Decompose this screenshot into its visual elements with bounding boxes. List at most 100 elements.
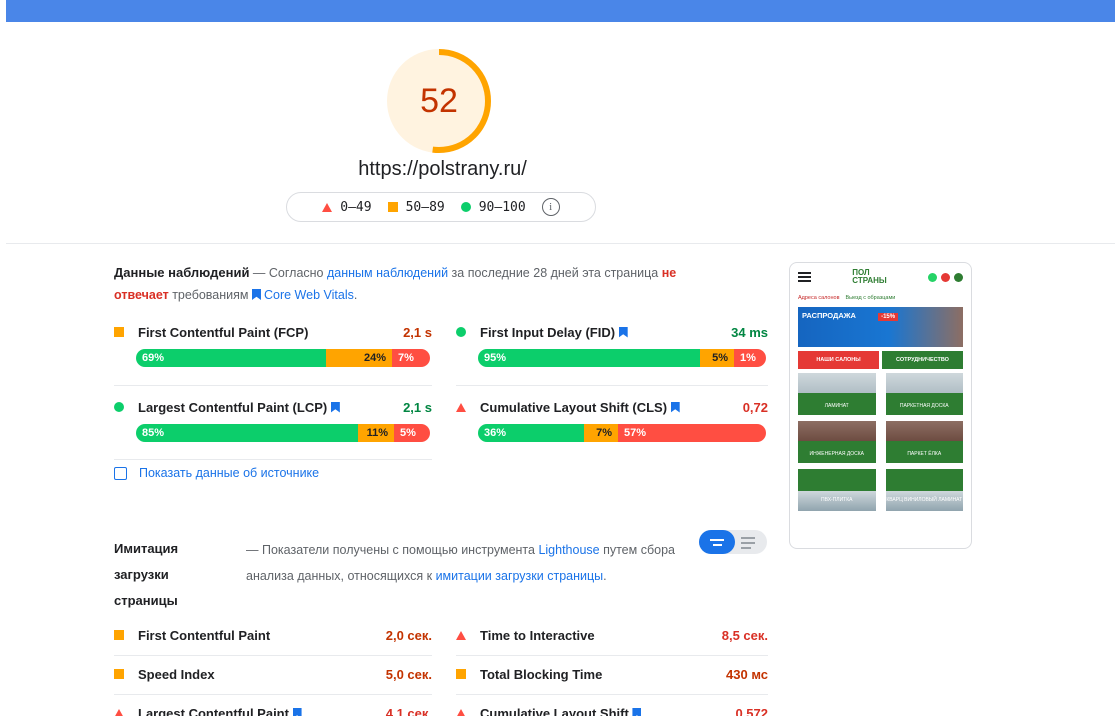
metric-divider <box>456 655 768 656</box>
metric-value: 2,1 s <box>403 399 432 415</box>
average-square-icon <box>114 669 124 679</box>
fail-triangle-icon <box>456 630 466 640</box>
legend-fail: 0–49 <box>322 199 372 215</box>
page-screenshot-thumbnail[interactable]: ПОЛ СТРАНЫ Адреса салонов Выезд с образц… <box>789 262 972 549</box>
metric-name: Largest Contentful Paint <box>138 705 289 716</box>
average-square-icon <box>456 669 466 679</box>
metric-value: 0,572 <box>735 705 768 716</box>
thumb-tile: ИНЖЕНЕРНАЯ ДОСКА <box>798 421 876 463</box>
bar-poor: 57% <box>618 424 766 442</box>
thumb-tile: ПВХ-ПЛИТКА <box>798 469 876 511</box>
thumb-visit-link: Выезд с образцами <box>845 295 896 301</box>
legend-pass-label: 90–100 <box>478 199 526 215</box>
metric-name: Largest Contentful Paint (LCP) <box>138 399 328 415</box>
origin-checkbox[interactable] <box>114 466 127 480</box>
bar-average: 5% <box>700 349 734 367</box>
bar-average: 24% <box>326 349 392 367</box>
origin-label[interactable]: Показать данные об источнике <box>139 466 319 480</box>
bar-poor: 1% <box>734 349 766 367</box>
fail-triangle-icon <box>322 202 333 212</box>
metric-name: Cumulative Layout Shift (CLS) <box>480 399 668 415</box>
info-icon[interactable]: i <box>541 198 560 216</box>
metric-name: First Input Delay (FID) <box>480 324 616 340</box>
bar-poor: 5% <box>394 424 430 442</box>
legend-average: 50–89 <box>387 200 445 215</box>
expanded-view-icon[interactable] <box>741 537 755 549</box>
bookmark-icon <box>251 289 261 300</box>
bar-good: 85% <box>136 424 358 442</box>
thumb-tile: ПАРКЕТНАЯ ДОСКА <box>885 373 963 415</box>
field-text-4: . <box>353 288 358 302</box>
metric-name: First Contentful Paint <box>138 627 271 643</box>
lab-desc-text: путем сбора <box>599 543 675 557</box>
field-metric-cls: Cumulative Layout Shift (CLS) 0,72 36% 7… <box>456 396 768 458</box>
metric-divider <box>456 385 768 386</box>
lab-desc-text: . <box>603 569 607 583</box>
field-data-link[interactable]: данным наблюдений <box>327 266 448 280</box>
field-text-3: требованиям <box>168 288 252 302</box>
bar-average: 7% <box>584 424 618 442</box>
metric-value: 4,1 сек. <box>385 705 432 716</box>
thumb-subheader: Адреса салонов Выезд с образцами <box>790 291 971 305</box>
bar-good: 95% <box>478 349 700 367</box>
metric-value: 34 ms <box>731 324 768 340</box>
field-text-2: за последние 28 дней эта страница <box>448 266 662 280</box>
thumb-address-link: Адреса салонов <box>798 295 840 301</box>
lab-desc-text: анализа данных, относящихся к <box>246 569 436 583</box>
average-square-icon <box>114 327 124 337</box>
lab-metric-cls: Cumulative Layout Shift 0,572 <box>456 696 768 716</box>
pass-circle-icon <box>460 202 471 212</box>
metric-name: First Contentful Paint (FCP) <box>138 324 309 340</box>
view-toggle[interactable] <box>699 530 767 554</box>
menu-icon <box>798 272 811 282</box>
bar-average: 11% <box>358 424 394 442</box>
show-origin-data[interactable]: Показать данные об источнике <box>114 466 319 480</box>
field-metric-fid: First Input Delay (FID) 34 ms 95% 5% 1% <box>456 321 768 383</box>
metric-value: 5,0 сек. <box>385 666 432 682</box>
lab-title-line: загрузки <box>114 567 169 582</box>
metric-divider <box>456 694 768 695</box>
lab-metric-tti: Time to Interactive 8,5 сек. <box>456 618 768 652</box>
bar-poor: 7% <box>392 349 430 367</box>
field-data-intro: Данные наблюдений — Согласно данным набл… <box>114 262 754 306</box>
metric-value: 430 мс <box>726 666 768 682</box>
performance-gauge: 52 <box>384 46 494 156</box>
lab-metric-fcp: First Contentful Paint 2,0 сек. <box>114 618 432 652</box>
section-divider <box>6 243 1115 244</box>
lighthouse-link[interactable]: Lighthouse <box>538 543 599 557</box>
distribution-bar: 69% 24% 7% <box>136 349 430 367</box>
fail-triangle-icon <box>114 708 124 716</box>
metric-divider <box>114 655 432 656</box>
thumb-tabs: НАШИ САЛОНЫ СОТРУДНИЧЕСТВО <box>798 351 963 369</box>
lab-desc-text: — Показатели получены с помощью инструме… <box>246 543 539 557</box>
bar-good: 36% <box>478 424 584 442</box>
lab-title-line: страницы <box>114 593 178 608</box>
fail-text-1: не <box>661 266 677 280</box>
bookmark-icon <box>632 707 642 716</box>
distribution-bar: 95% 5% 1% <box>478 349 766 367</box>
score-legend: 0–49 50–89 90–100 i <box>286 192 596 222</box>
field-data-title: Данные наблюдений <box>114 265 250 280</box>
distribution-bar: 36% 7% 57% <box>478 424 766 442</box>
metric-name: Cumulative Layout Shift <box>480 705 629 716</box>
top-banner <box>6 0 1115 22</box>
lab-metric-tbt: Total Blocking Time 430 мс <box>456 657 768 691</box>
bookmark-icon <box>292 707 302 716</box>
fail-triangle-icon <box>456 402 466 412</box>
bar-good: 69% <box>136 349 326 367</box>
core-web-vitals-link[interactable]: Core Web Vitals <box>264 288 354 302</box>
cart-icon <box>953 272 963 282</box>
pass-circle-icon <box>114 402 124 412</box>
whatsapp-icon <box>927 272 937 282</box>
field-metric-fcp: First Contentful Paint (FCP) 2,1 s 69% 2… <box>114 321 432 383</box>
metric-divider <box>114 459 432 460</box>
lab-data-description: — Показатели получены с помощью инструме… <box>246 537 706 589</box>
page-url: https://polstrany.ru/ <box>358 158 527 180</box>
field-text-1: — Согласно <box>249 266 327 280</box>
metric-value: 8,5 сек. <box>721 627 768 643</box>
legend-fail-label: 0–49 <box>340 199 372 215</box>
simulated-throttling-link[interactable]: имитации загрузки страницы <box>436 569 604 583</box>
performance-score: 52 <box>420 81 458 120</box>
compact-view-icon[interactable] <box>699 530 735 554</box>
distribution-bar: 85% 11% 5% <box>136 424 430 442</box>
